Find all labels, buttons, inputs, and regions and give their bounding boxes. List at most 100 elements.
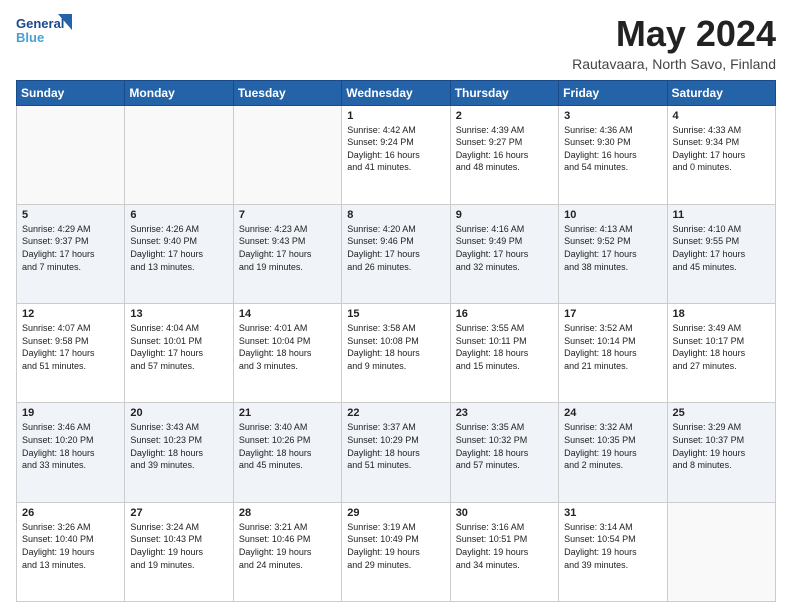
- day-info: Sunrise: 3:21 AM Sunset: 10:46 PM Daylig…: [239, 521, 336, 571]
- day-info: Sunrise: 4:16 AM Sunset: 9:49 PM Dayligh…: [456, 223, 553, 273]
- page-title: May 2024: [572, 14, 776, 54]
- table-row: 31 Sunrise: 3:14 AM Sunset: 10:54 PM Dayl…: [559, 502, 667, 601]
- table-row: 24 Sunrise: 3:32 AM Sunset: 10:35 PM Dayl…: [559, 403, 667, 502]
- day-number: 12: [22, 308, 119, 320]
- table-row: 1 Sunrise: 4:42 AM Sunset: 9:24 PM Daylig…: [342, 105, 450, 204]
- day-number: 27: [130, 507, 227, 519]
- day-info: Sunrise: 3:32 AM Sunset: 10:35 PM Daylig…: [564, 421, 661, 471]
- day-number: 28: [239, 507, 336, 519]
- day-number: 11: [673, 209, 770, 221]
- day-number: 10: [564, 209, 661, 221]
- table-row: [233, 105, 341, 204]
- day-number: 18: [673, 308, 770, 320]
- table-row: 21 Sunrise: 3:40 AM Sunset: 10:26 PM Dayl…: [233, 403, 341, 502]
- day-info: Sunrise: 3:46 AM Sunset: 10:20 PM Daylig…: [22, 421, 119, 471]
- day-number: 20: [130, 407, 227, 419]
- day-info: Sunrise: 3:43 AM Sunset: 10:23 PM Daylig…: [130, 421, 227, 471]
- table-row: 27 Sunrise: 3:24 AM Sunset: 10:43 PM Dayl…: [125, 502, 233, 601]
- day-info: Sunrise: 3:16 AM Sunset: 10:51 PM Daylig…: [456, 521, 553, 571]
- table-row: 10 Sunrise: 4:13 AM Sunset: 9:52 PM Dayli…: [559, 204, 667, 303]
- day-info: Sunrise: 4:42 AM Sunset: 9:24 PM Dayligh…: [347, 124, 444, 174]
- day-number: 24: [564, 407, 661, 419]
- col-friday: Friday: [559, 80, 667, 105]
- page-header: GeneralBlue May 2024 Rautavaara, North S…: [16, 14, 776, 72]
- table-row: 15 Sunrise: 3:58 AM Sunset: 10:08 PM Dayl…: [342, 304, 450, 403]
- col-tuesday: Tuesday: [233, 80, 341, 105]
- table-row: [17, 105, 125, 204]
- logo-icon: GeneralBlue: [16, 14, 72, 48]
- day-info: Sunrise: 3:55 AM Sunset: 10:11 PM Daylig…: [456, 322, 553, 372]
- day-info: Sunrise: 3:52 AM Sunset: 10:14 PM Daylig…: [564, 322, 661, 372]
- day-number: 5: [22, 209, 119, 221]
- table-row: 22Sunrise: 3:37 AM Sunset: 10:29 PM Dayl…: [342, 403, 450, 502]
- day-number: 30: [456, 507, 553, 519]
- day-number: 21: [239, 407, 336, 419]
- table-row: 30 Sunrise: 3:16 AM Sunset: 10:51 PM Dayl…: [450, 502, 558, 601]
- day-info: Sunrise: 4:10 AM Sunset: 9:55 PM Dayligh…: [673, 223, 770, 273]
- day-info: Sunrise: 3:26 AM Sunset: 10:40 PM Daylig…: [22, 521, 119, 571]
- day-number: 26: [22, 507, 119, 519]
- day-number: 17: [564, 308, 661, 320]
- day-number: 3: [564, 110, 661, 122]
- table-row: 29 Sunrise: 3:19 AM Sunset: 10:49 PM Dayl…: [342, 502, 450, 601]
- day-number: 4: [673, 110, 770, 122]
- table-row: 6Sunrise: 4:26 AM Sunset: 9:40 PM Daylig…: [125, 204, 233, 303]
- calendar-header: Sunday Monday Tuesday Wednesday Thursday…: [17, 80, 776, 105]
- table-row: [667, 502, 775, 601]
- title-area: May 2024 Rautavaara, North Savo, Finland: [572, 14, 776, 72]
- day-info: Sunrise: 3:14 AM Sunset: 10:54 PM Daylig…: [564, 521, 661, 571]
- day-number: 14: [239, 308, 336, 320]
- day-number: 22: [347, 407, 444, 419]
- table-row: 11 Sunrise: 4:10 AM Sunset: 9:55 PM Dayli…: [667, 204, 775, 303]
- day-number: 25: [673, 407, 770, 419]
- day-number: 19: [22, 407, 119, 419]
- table-row: 7Sunrise: 4:23 AM Sunset: 9:43 PM Daylig…: [233, 204, 341, 303]
- day-number: 31: [564, 507, 661, 519]
- day-info: Sunrise: 3:40 AM Sunset: 10:26 PM Daylig…: [239, 421, 336, 471]
- day-info: Sunrise: 3:19 AM Sunset: 10:49 PM Daylig…: [347, 521, 444, 571]
- table-row: 20 Sunrise: 3:43 AM Sunset: 10:23 PM Dayl…: [125, 403, 233, 502]
- svg-text:General: General: [16, 16, 64, 31]
- day-info: Sunrise: 3:49 AM Sunset: 10:17 PM Daylig…: [673, 322, 770, 372]
- day-info: Sunrise: 4:29 AM Sunset: 9:37 PM Dayligh…: [22, 223, 119, 273]
- day-number: 16: [456, 308, 553, 320]
- table-row: 5 Sunrise: 4:29 AM Sunset: 9:37 PM Daylig…: [17, 204, 125, 303]
- calendar-table: Sunday Monday Tuesday Wednesday Thursday…: [16, 80, 776, 602]
- table-row: 2Sunrise: 4:39 AM Sunset: 9:27 PM Daylig…: [450, 105, 558, 204]
- table-row: 12 Sunrise: 4:07 AM Sunset: 9:58 PM Dayli…: [17, 304, 125, 403]
- day-number: 8: [347, 209, 444, 221]
- day-number: 1: [347, 110, 444, 122]
- table-row: 28 Sunrise: 3:21 AM Sunset: 10:46 PM Dayl…: [233, 502, 341, 601]
- day-info: Sunrise: 4:13 AM Sunset: 9:52 PM Dayligh…: [564, 223, 661, 273]
- table-row: 13 Sunrise: 4:04 AM Sunset: 10:01 PM Dayl…: [125, 304, 233, 403]
- day-info: Sunrise: 4:07 AM Sunset: 9:58 PM Dayligh…: [22, 322, 119, 372]
- calendar-body: 1 Sunrise: 4:42 AM Sunset: 9:24 PM Daylig…: [17, 105, 776, 601]
- table-row: 9Sunrise: 4:16 AM Sunset: 9:49 PM Daylig…: [450, 204, 558, 303]
- table-row: 3 Sunrise: 4:36 AM Sunset: 9:30 PM Daylig…: [559, 105, 667, 204]
- page-subtitle: Rautavaara, North Savo, Finland: [572, 56, 776, 72]
- svg-text:Blue: Blue: [16, 30, 44, 45]
- day-info: Sunrise: 4:04 AM Sunset: 10:01 PM Daylig…: [130, 322, 227, 372]
- day-number: 29: [347, 507, 444, 519]
- day-number: 2: [456, 110, 553, 122]
- table-row: 23 Sunrise: 3:35 AM Sunset: 10:32 PM Dayl…: [450, 403, 558, 502]
- table-row: [125, 105, 233, 204]
- day-number: 23: [456, 407, 553, 419]
- day-number: 13: [130, 308, 227, 320]
- day-number: 7: [239, 209, 336, 221]
- logo: GeneralBlue: [16, 14, 72, 48]
- table-row: 26 Sunrise: 3:26 AM Sunset: 10:40 PM Dayl…: [17, 502, 125, 601]
- day-info: Sunrise: 4:36 AM Sunset: 9:30 PM Dayligh…: [564, 124, 661, 174]
- day-info: Sunrise: 3:24 AM Sunset: 10:43 PM Daylig…: [130, 521, 227, 571]
- day-number: 15: [347, 308, 444, 320]
- table-row: 17 Sunrise: 3:52 AM Sunset: 10:14 PM Dayl…: [559, 304, 667, 403]
- day-info: Sunrise: 3:58 AM Sunset: 10:08 PM Daylig…: [347, 322, 444, 372]
- col-thursday: Thursday: [450, 80, 558, 105]
- day-info: Sunrise: 4:01 AM Sunset: 10:04 PM Daylig…: [239, 322, 336, 372]
- table-row: 8Sunrise: 4:20 AM Sunset: 9:46 PM Daylig…: [342, 204, 450, 303]
- day-info: Sunrise: 3:35 AM Sunset: 10:32 PM Daylig…: [456, 421, 553, 471]
- col-sunday: Sunday: [17, 80, 125, 105]
- table-row: 19 Sunrise: 3:46 AM Sunset: 10:20 PM Dayl…: [17, 403, 125, 502]
- table-row: 14 Sunrise: 4:01 AM Sunset: 10:04 PM Dayl…: [233, 304, 341, 403]
- table-row: 16 Sunrise: 3:55 AM Sunset: 10:11 PM Dayl…: [450, 304, 558, 403]
